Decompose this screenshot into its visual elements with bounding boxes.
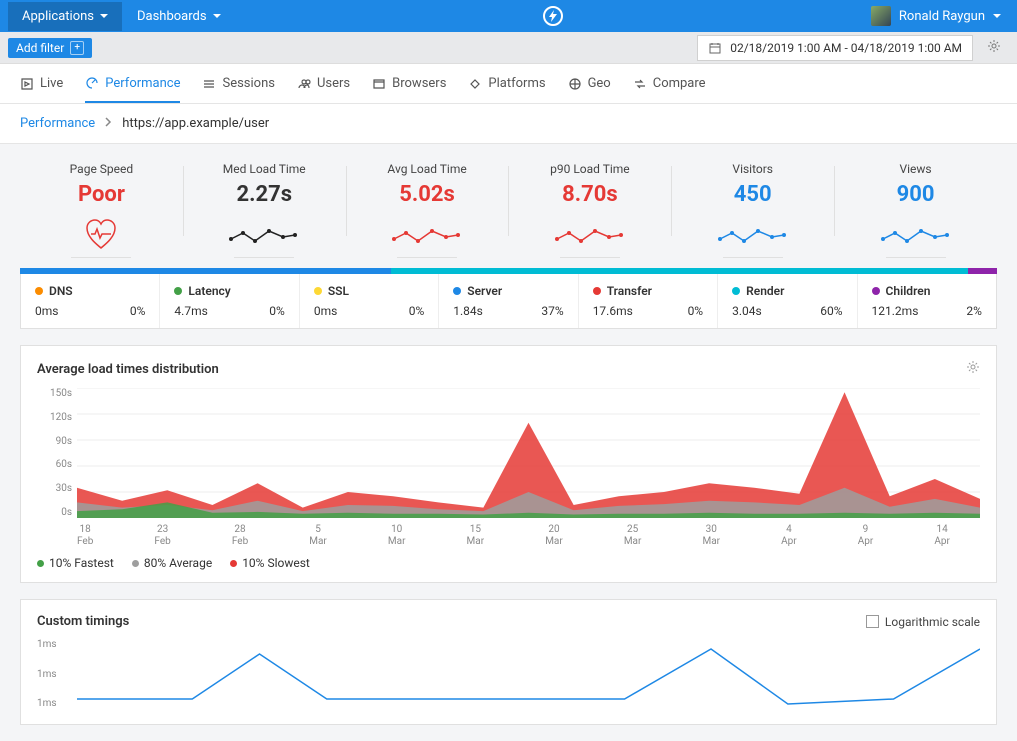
sparkline — [346, 217, 509, 251]
kpi-p90-load-time: p90 Load Time8.70s — [508, 162, 671, 258]
caret-down-icon — [993, 14, 1001, 18]
distribution-panel: Average load times distribution 150s120s… — [20, 345, 997, 583]
sparkline — [508, 217, 671, 251]
sparkline — [20, 217, 183, 251]
distribution-legend: 10% Fastest80% Average10% Slowest — [37, 548, 980, 572]
status-dot — [872, 287, 880, 295]
add-filter-button[interactable]: Add filter + — [8, 38, 92, 58]
tab-sessions[interactable]: Sessions — [202, 66, 275, 101]
filter-bar: Add filter + 02/18/2019 1:00 AM - 04/18/… — [0, 32, 1017, 64]
live-icon — [20, 77, 34, 91]
status-dot — [732, 287, 740, 295]
applications-label: Applications — [22, 9, 94, 24]
platforms-icon — [468, 77, 482, 91]
metric-latency: Latency4.7ms0% — [160, 274, 299, 328]
status-dot — [593, 287, 601, 295]
distribution-chart: 150s120s90s60s30s0s 18Feb23Feb28Feb5Mar1… — [37, 388, 980, 548]
browsers-icon — [372, 77, 386, 91]
performance-icon — [85, 76, 99, 90]
metric-transfer: Transfer17.6ms0% — [579, 274, 718, 328]
dashboards-label: Dashboards — [137, 9, 207, 24]
legend-dot — [230, 560, 237, 567]
kpi-visitors: Visitors450 — [671, 162, 834, 258]
sparkline — [671, 217, 834, 251]
tab-compare[interactable]: Compare — [633, 66, 706, 101]
caret-down-icon — [100, 14, 108, 18]
custom-timings-panel: Custom timings Logarithmic scale 1ms1ms1… — [20, 599, 997, 725]
add-filter-label: Add filter — [16, 41, 64, 55]
status-dot — [453, 287, 461, 295]
compare-icon — [633, 77, 647, 91]
users-icon — [297, 77, 311, 91]
checkbox-icon — [866, 615, 879, 628]
metric-children: Children121.2ms2% — [858, 274, 996, 328]
caret-down-icon — [213, 14, 221, 18]
sessions-icon — [202, 77, 216, 91]
plus-icon: + — [70, 41, 84, 55]
user-name: Ronald Raygun — [899, 9, 985, 24]
timing-metrics: DNS0ms0%Latency4.7ms0%SSL0ms0%Server1.84… — [20, 274, 997, 329]
avatar — [871, 6, 891, 26]
settings-gear-icon[interactable] — [987, 39, 1001, 57]
user-menu[interactable]: Ronald Raygun — [871, 6, 1001, 26]
metric-dns: DNS0ms0% — [21, 274, 160, 328]
breadcrumb: Performance https://app.example/user — [0, 104, 1017, 144]
kpi-row: Page SpeedPoorMed Load Time2.27sAvg Load… — [0, 144, 1017, 268]
distribution-title: Average load times distribution — [37, 362, 219, 377]
tab-users[interactable]: Users — [297, 66, 350, 101]
status-dot — [35, 287, 43, 295]
dashboards-menu[interactable]: Dashboards — [123, 2, 235, 31]
log-scale-label: Logarithmic scale — [885, 615, 980, 629]
top-bar: Applications Dashboards Ronald Raygun — [0, 0, 1017, 32]
breadcrumb-root[interactable]: Performance — [20, 116, 95, 131]
kpi-views: Views900 — [834, 162, 997, 258]
applications-menu[interactable]: Applications — [8, 2, 122, 31]
sparkline — [183, 217, 346, 251]
date-range-picker[interactable]: 02/18/2019 1:00 AM - 04/18/2019 1:00 AM — [697, 35, 973, 61]
tab-browsers[interactable]: Browsers — [372, 66, 446, 101]
geo-icon — [568, 77, 582, 91]
legend-dot — [37, 560, 44, 567]
custom-timings-title: Custom timings — [37, 614, 129, 629]
tab-nav: Live Performance Sessions Users Browsers Plat… — [0, 64, 1017, 104]
log-scale-toggle[interactable]: Logarithmic scale — [866, 615, 980, 629]
status-dot — [174, 287, 182, 295]
tab-platforms[interactable]: Platforms — [468, 66, 545, 101]
tab-live[interactable]: Live — [20, 66, 63, 101]
tab-geo[interactable]: Geo — [568, 66, 611, 101]
sparkline — [834, 217, 997, 251]
status-dot — [314, 287, 322, 295]
kpi-avg-load-time: Avg Load Time5.02s — [346, 162, 509, 258]
breadcrumb-current: https://app.example/user — [122, 116, 269, 131]
kpi-page-speed: Page SpeedPoor — [20, 162, 183, 258]
panel-settings-icon[interactable] — [966, 360, 980, 378]
metric-server: Server1.84s37% — [439, 274, 578, 328]
kpi-med-load-time: Med Load Time2.27s — [183, 162, 346, 258]
tab-performance[interactable]: Performance — [85, 66, 180, 103]
bolt-logo-icon — [543, 6, 563, 26]
calendar-icon — [708, 41, 722, 55]
chevron-right-icon — [105, 116, 112, 131]
date-range-text: 02/18/2019 1:00 AM - 04/18/2019 1:00 AM — [730, 41, 962, 55]
legend-dot — [132, 560, 139, 567]
metric-ssl: SSL0ms0% — [300, 274, 439, 328]
topbar-center — [236, 6, 871, 26]
metric-render: Render3.04s60% — [718, 274, 857, 328]
